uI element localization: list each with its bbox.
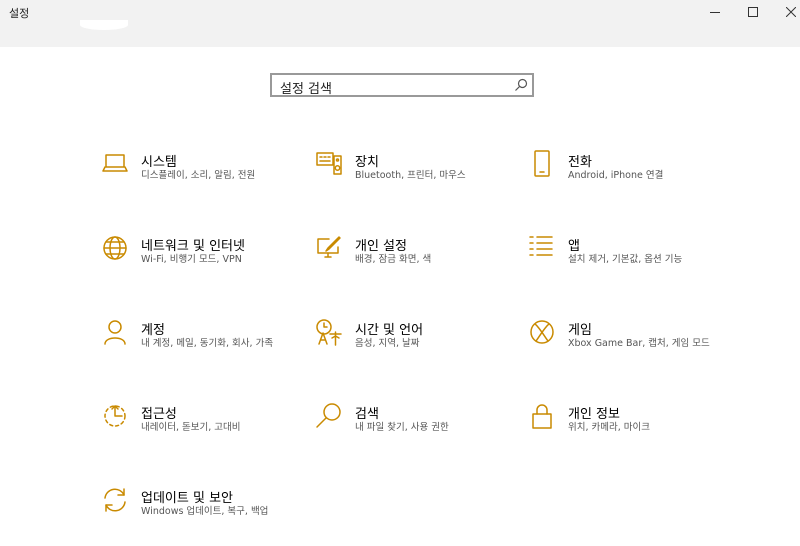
- tile-apps[interactable]: 앱 설치 제거, 기본값, 옵션 기능: [528, 234, 728, 294]
- xbox-icon: [530, 320, 554, 344]
- header-decoration: [80, 20, 128, 30]
- tile-name: 앱: [568, 239, 580, 254]
- tile-gaming[interactable]: 게임 Xbox Game Bar, 캡처, 게임 모드: [528, 318, 728, 378]
- tile-name: 업데이트 및 보안: [141, 491, 233, 506]
- tile-devices[interactable]: 장치 Bluetooth, 프린터, 마우스: [315, 150, 515, 210]
- close-icon: [786, 7, 796, 17]
- keyboard-speaker-icon: [316, 152, 342, 175]
- person-icon: [104, 320, 126, 345]
- tile-name: 계정: [141, 323, 165, 338]
- tile-name: 개인 정보: [568, 407, 620, 422]
- tile-name: 검색: [355, 407, 379, 422]
- lock-icon: [532, 404, 552, 429]
- tile-desc: Android, iPhone 연결: [568, 170, 664, 181]
- tile-name: 네트워크 및 인터넷: [141, 239, 245, 254]
- tile-system[interactable]: 시스템 디스플레이, 소리, 알림, 전원: [101, 150, 301, 210]
- tile-desc: 내레이터, 돋보기, 고대비: [141, 422, 241, 433]
- globe-icon: [103, 236, 127, 260]
- tile-desc: 배경, 잠금 화면, 색: [355, 254, 432, 265]
- tile-name: 게임: [568, 323, 592, 338]
- tile-phone[interactable]: 전화 Android, iPhone 연결: [528, 150, 728, 210]
- tile-accounts[interactable]: 계정 내 계정, 메일, 동기화, 회사, 가족: [101, 318, 301, 378]
- tile-desc: Bluetooth, 프린터, 마우스: [355, 170, 466, 181]
- search-box[interactable]: 설정 검색: [270, 73, 534, 97]
- tile-desc: 디스플레이, 소리, 알림, 전원: [141, 170, 256, 181]
- time-language-icon: [316, 319, 342, 346]
- tile-personalization[interactable]: 개인 설정 배경, 잠금 화면, 색: [315, 234, 515, 294]
- tile-desc: Wi-Fi, 비행기 모드, VPN: [141, 254, 242, 265]
- tile-network[interactable]: 네트워크 및 인터넷 Wi-Fi, 비행기 모드, VPN: [101, 234, 301, 294]
- tile-desc: 설치 제거, 기본값, 옵션 기능: [568, 254, 683, 265]
- laptop-icon: [102, 154, 128, 172]
- tile-desc: 음성, 지역, 날짜: [355, 338, 420, 349]
- tile-update-security[interactable]: 업데이트 및 보안 Windows 업데이트, 복구, 백업: [101, 486, 301, 546]
- minimize-icon: [710, 12, 720, 13]
- paint-monitor-icon: [317, 236, 341, 258]
- tile-desc: 내 파일 찾기, 사용 권한: [355, 422, 449, 433]
- window-title: 설정: [9, 7, 30, 20]
- title-bar: 설정: [0, 0, 800, 47]
- phone-icon: [534, 150, 550, 177]
- ease-of-access-icon: [104, 405, 126, 427]
- apps-list-icon: [529, 236, 553, 256]
- tile-desc: 내 계정, 메일, 동기화, 회사, 가족: [141, 338, 274, 349]
- tile-name: 개인 설정: [355, 239, 407, 254]
- tile-name: 시간 및 언어: [355, 323, 424, 338]
- tile-time-language[interactable]: 시간 및 언어 음성, 지역, 날짜: [315, 318, 515, 378]
- tile-name: 시스템: [141, 155, 177, 170]
- search-icon: [515, 78, 528, 91]
- tile-desc: Windows 업데이트, 복구, 백업: [141, 506, 269, 517]
- sync-arrows-icon: [104, 488, 126, 512]
- tile-name: 장치: [355, 155, 379, 170]
- search-magnifier-icon: [316, 403, 341, 428]
- tile-privacy[interactable]: 개인 정보 위치, 카메라, 마이크: [528, 402, 728, 462]
- tile-desc: Xbox Game Bar, 캡처, 게임 모드: [568, 338, 710, 349]
- close-button[interactable]: [768, 0, 800, 24]
- tile-name: 접근성: [141, 407, 177, 422]
- tile-desc: 위치, 카메라, 마이크: [568, 422, 650, 433]
- tile-search[interactable]: 검색 내 파일 찾기, 사용 권한: [315, 402, 515, 462]
- maximize-icon: [748, 7, 758, 17]
- search-input[interactable]: 설정 검색: [280, 78, 332, 97]
- tile-ease-of-access[interactable]: 접근성 내레이터, 돋보기, 고대비: [101, 402, 301, 462]
- tile-name: 전화: [568, 155, 592, 170]
